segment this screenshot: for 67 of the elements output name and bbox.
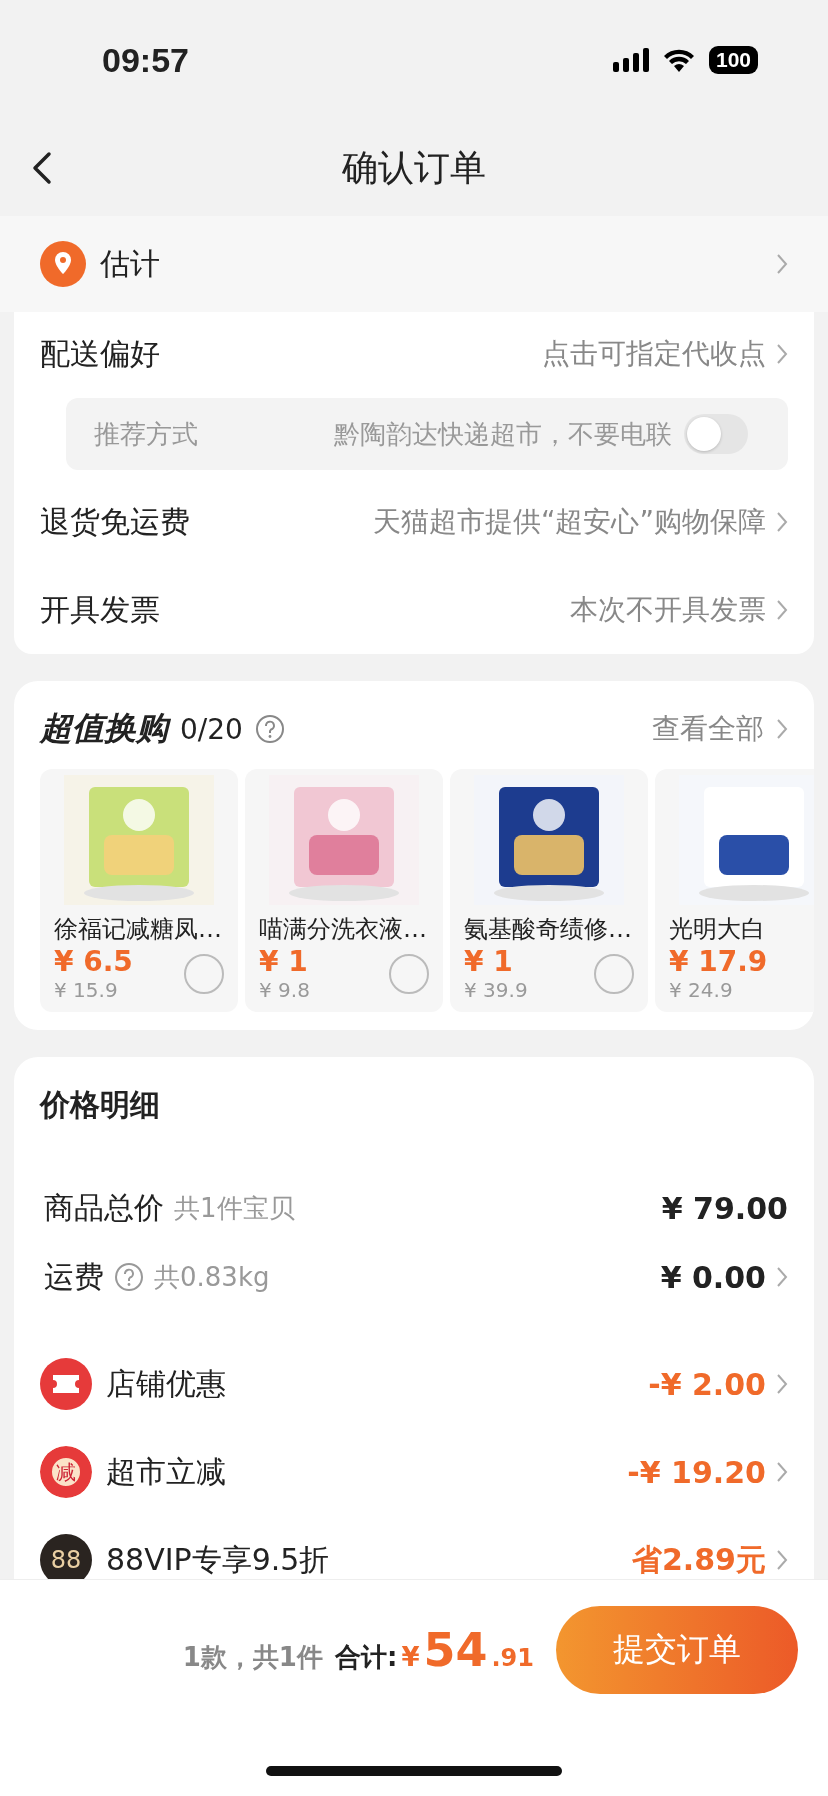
option-row[interactable]: 退货免运费 天猫超市提供“超安心”购物保障 bbox=[40, 478, 788, 566]
product-price: ¥ 1 bbox=[259, 945, 309, 978]
option-row[interactable]: 配送偏好 点击可指定代收点 bbox=[40, 312, 788, 396]
chevron-icon bbox=[776, 1266, 788, 1288]
product-name: 徐福记减糖凤… bbox=[54, 914, 223, 945]
price-value: -¥ 2.00 bbox=[648, 1366, 766, 1402]
recommend-value: 黔陶韵达快递超市，不要电联 bbox=[333, 417, 672, 451]
price-label: 商品总价 bbox=[44, 1188, 164, 1227]
status-time: 09:57 bbox=[102, 40, 189, 80]
product-card[interactable]: 徐福记减糖凤… ¥ 6.5 ¥ 15.9 bbox=[40, 769, 238, 1012]
item-count: 1款，共1件 bbox=[182, 1641, 323, 1674]
chevron-icon bbox=[776, 1549, 788, 1571]
original-price: ¥ 24.9 bbox=[669, 978, 734, 1002]
select-radio[interactable] bbox=[594, 953, 634, 994]
product-card[interactable]: 喵满分洗衣液… ¥ 1 ¥ 9.8 bbox=[245, 769, 443, 1012]
selection-count: 0/20 bbox=[180, 712, 243, 746]
product-card[interactable]: 氨基酸奇绩修… ¥ 1 ¥ 39.9 bbox=[450, 769, 648, 1012]
product-price: ¥ 1 bbox=[464, 945, 514, 978]
price-label: 店铺优惠 bbox=[106, 1364, 226, 1403]
price-value: ¥ 79.00 bbox=[661, 1190, 788, 1226]
price-note: 共1件宝贝 bbox=[174, 1191, 295, 1225]
chevron-icon bbox=[776, 718, 788, 740]
price-label: 运费 bbox=[44, 1257, 104, 1296]
product-name: 光明大白 bbox=[669, 914, 766, 945]
product-name: 氨基酸奇绩修… bbox=[464, 914, 633, 945]
battery-indicator: 100 bbox=[708, 46, 758, 74]
wifi-icon bbox=[662, 48, 695, 72]
price-value: -¥ 19.20 bbox=[627, 1454, 766, 1490]
help-icon[interactable] bbox=[254, 714, 285, 744]
price-value: 省2.89元 bbox=[631, 1540, 766, 1579]
help-icon[interactable] bbox=[114, 1262, 144, 1292]
total-amount: 54 bbox=[423, 1623, 488, 1677]
section-title: 价格明细 bbox=[40, 1086, 161, 1124]
chevron-icon bbox=[776, 1373, 788, 1395]
product-price: ¥ 6.5 bbox=[54, 945, 134, 978]
option-row[interactable]: 开具发票 本次不开具发票 bbox=[40, 566, 788, 654]
discount-badge: 减 bbox=[40, 1446, 92, 1498]
price-note: 共0.83kg bbox=[154, 1260, 270, 1294]
chevron-icon bbox=[776, 599, 788, 621]
vip-badge: 88 bbox=[40, 1534, 92, 1579]
select-radio[interactable] bbox=[389, 953, 429, 994]
select-radio[interactable] bbox=[184, 953, 224, 994]
address-row[interactable]: 估计 bbox=[0, 216, 828, 312]
original-price: ¥ 39.9 bbox=[464, 978, 529, 1002]
back-icon[interactable] bbox=[32, 151, 52, 185]
product-card[interactable]: 光明大白 ¥ 17.9 ¥ 24.9 bbox=[655, 769, 814, 1012]
recommend-label: 推荐方式 bbox=[94, 417, 198, 451]
signal-icon bbox=[612, 48, 649, 72]
location-pin-icon bbox=[40, 241, 86, 287]
product-price: ¥ 17.9 bbox=[669, 945, 769, 978]
currency-symbol: ¥ bbox=[401, 1642, 420, 1672]
ticket-icon bbox=[40, 1358, 92, 1410]
original-price: ¥ 9.8 bbox=[259, 978, 311, 1002]
price-label: 超市立减 bbox=[106, 1452, 226, 1491]
page-title: 确认订单 bbox=[342, 145, 486, 190]
original-price: ¥ 15.9 bbox=[54, 978, 119, 1002]
price-value: ¥ 0.00 bbox=[660, 1259, 766, 1295]
total-decimal: .91 bbox=[491, 1644, 534, 1672]
total-label: 合计: bbox=[334, 1641, 398, 1674]
chevron-icon bbox=[776, 253, 788, 275]
view-all-link[interactable]: 查看全部 bbox=[652, 710, 764, 748]
product-name: 喵满分洗衣液… bbox=[259, 914, 428, 945]
chevron-icon bbox=[776, 1461, 788, 1483]
toggle-switch[interactable] bbox=[684, 414, 748, 454]
chevron-icon bbox=[776, 511, 788, 533]
price-label: 88VIP专享9.5折 bbox=[106, 1540, 330, 1579]
chevron-icon bbox=[776, 343, 788, 365]
